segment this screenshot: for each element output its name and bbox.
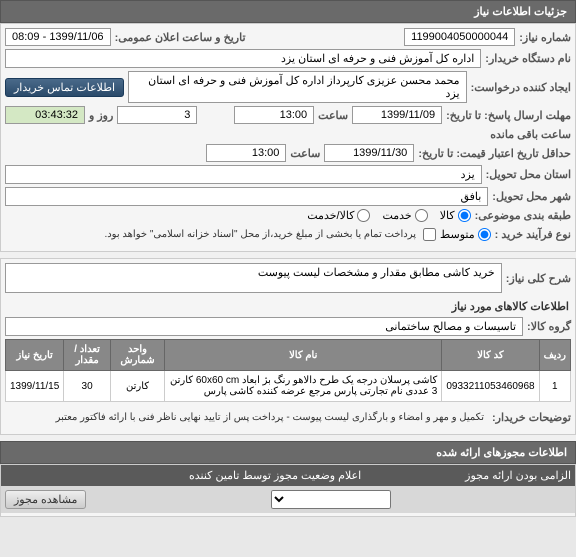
td-name: کاشی پرسلان درجه یک طرح دالاهو رنگ بژ اب…: [165, 371, 442, 402]
desc-label: شرح کلی نیاز:: [506, 272, 571, 285]
th-qty: تعداد / مقدار: [64, 340, 111, 371]
delivery-province-label: استان محل تحویل:: [486, 168, 571, 181]
panel-header-permits: اطلاعات مجوزهای ارائه شده: [0, 441, 576, 464]
panel-body-permits: الزامی بودن ارائه مجوز اعلام وضعیت مجوز …: [0, 464, 576, 517]
checkbox-purchase-note-input[interactable]: [423, 228, 436, 241]
desc-value: خرید کاشی مطابق مقدار و مشخصات لیست پیوس…: [5, 263, 502, 293]
table-row: 1 0933211053460968 کاشی پرسلان درجه یک ط…: [6, 371, 571, 402]
td-date: 1399/11/15: [6, 371, 64, 402]
deadline-send-time: 13:00: [234, 106, 314, 124]
deadline-send-label: مهلت ارسال پاسخ: تا تاریخ:: [446, 109, 571, 122]
time-remaining: 03:43:32: [5, 106, 85, 124]
radio-service-input[interactable]: [415, 209, 428, 222]
radio-purchase-small-input[interactable]: [478, 228, 491, 241]
view-permit-button[interactable]: مشاهده مجوز: [5, 490, 86, 509]
permits-subheader: الزامی بودن ارائه مجوز اعلام وضعیت مجوز …: [1, 465, 575, 486]
radio-goods-service-input[interactable]: [357, 209, 370, 222]
purchase-type-label: نوع فرآیند خرید :: [495, 228, 571, 241]
mandatory-label: الزامی بودن ارائه مجوز: [465, 469, 571, 482]
permits-title: اطلاعات مجوزهای ارائه شده: [436, 447, 567, 459]
announce-value: 1399/11/06 - 08:09: [5, 28, 111, 46]
time-label-2: ساعت: [290, 147, 320, 160]
days-remaining: 3: [117, 106, 197, 124]
buyer-org-value: اداره کل آموزش فنی و حرفه ای استان یزد: [5, 49, 481, 68]
th-unit: واحد شمارش: [110, 340, 164, 371]
creator-label: ایجاد کننده درخواست:: [471, 81, 571, 94]
table-header-row: ردیف کد کالا نام کالا واحد شمارش تعداد /…: [6, 340, 571, 371]
deadline-send-date: 1399/11/09: [352, 106, 442, 124]
goods-info-title: اطلاعات کالاهای مورد نیاز: [5, 296, 571, 317]
contact-buyer-button[interactable]: اطلاعات تماس خریدار: [5, 78, 124, 97]
goods-group-label: گروه کالا:: [527, 320, 571, 333]
delivery-city-value: بافق: [5, 187, 488, 206]
delivery-province-value: یزد: [5, 165, 482, 184]
radio-goods-input[interactable]: [458, 209, 471, 222]
radio-service-label: خدمت: [382, 209, 411, 222]
delivery-city-label: شهر محل تحویل:: [492, 190, 571, 203]
deadline-price-time: 13:00: [206, 144, 286, 162]
th-name: نام کالا: [165, 340, 442, 371]
td-code: 0933211053460968: [442, 371, 539, 402]
th-date: تاریخ نیاز: [6, 340, 64, 371]
need-number-label: شماره نیاز:: [519, 31, 571, 44]
radio-purchase-small[interactable]: متوسط: [440, 228, 491, 241]
radio-goods-service[interactable]: کالا/خدمت: [307, 209, 370, 222]
radio-goods-label: کالا: [440, 209, 455, 222]
purchase-note: پرداخت تمام یا بخشی از مبلغ خرید،از محل …: [100, 225, 420, 244]
need-number-value: 1199004050000044: [404, 28, 515, 46]
buyer-note-value: تکمیل و مهر و امضاء و بارگذاری لیست پیوس…: [52, 408, 488, 427]
goods-group-value: تاسیسات و مصالح ساختمانی: [5, 317, 523, 336]
announce-label: تاریخ و ساعت اعلان عمومی:: [115, 31, 246, 44]
td-qty: 30: [64, 371, 111, 402]
budget-class-label: طبقه بندی موضوعی:: [475, 209, 571, 222]
goods-table: ردیف کد کالا نام کالا واحد شمارش تعداد /…: [5, 339, 571, 402]
status-select[interactable]: [271, 490, 391, 509]
radio-purchase-small-label: متوسط: [440, 228, 475, 241]
radio-service[interactable]: خدمت: [382, 209, 427, 222]
budget-radio-group: کالا خدمت کالا/خدمت: [307, 209, 470, 222]
panel-body-desc: شرح کلی نیاز: خرید کاشی مطابق مقدار و مش…: [0, 258, 576, 435]
creator-value: محمد محسن عزیزی کارپرداز اداره کل آموزش …: [128, 71, 467, 103]
buyer-note-label: توضیحات خریدار:: [492, 411, 571, 424]
days-and-label: روز و: [89, 109, 113, 122]
checkbox-purchase-note[interactable]: پرداخت تمام یا بخشی از مبلغ خرید،از محل …: [100, 225, 436, 244]
deadline-price-date: 1399/11/30: [324, 144, 414, 162]
th-code: کد کالا: [442, 340, 539, 371]
deadline-price-label: حداقل تاریخ اعتبار قیمت: تا تاریخ:: [418, 147, 571, 160]
time-label-1: ساعت: [318, 109, 348, 122]
td-unit: کارتن: [110, 371, 164, 402]
radio-goods[interactable]: کالا: [440, 209, 471, 222]
time-remaining-label: ساعت باقی مانده: [490, 128, 571, 141]
panel-body-details: شماره نیاز: 1199004050000044 تاریخ و ساع…: [0, 23, 576, 252]
th-row: ردیف: [539, 340, 570, 371]
buyer-org-label: نام دستگاه خریدار:: [485, 52, 571, 65]
td-row: 1: [539, 371, 570, 402]
panel-title: جزئیات اطلاعات نیاز: [474, 6, 567, 18]
radio-goods-service-label: کالا/خدمت: [307, 209, 354, 222]
panel-header-details: جزئیات اطلاعات نیاز: [0, 0, 576, 23]
status-label: اعلام وضعیت مجوز توسط تامین کننده: [189, 469, 361, 482]
